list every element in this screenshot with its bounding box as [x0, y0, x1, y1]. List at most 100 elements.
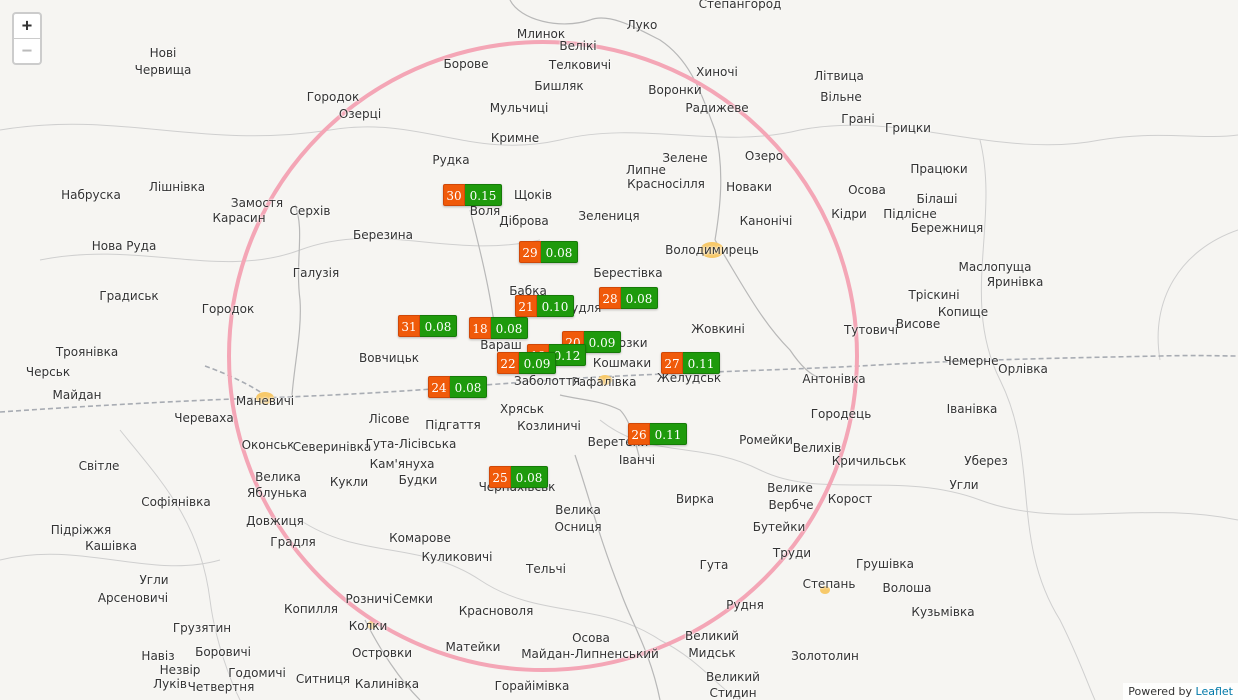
place-label: Літвица [814, 69, 864, 83]
measurement-marker[interactable]: 25 0.08 [489, 466, 548, 488]
place-label: Рудня [726, 598, 764, 612]
place-label: Городець [810, 407, 872, 421]
marker-count: 22 [497, 352, 519, 374]
measurement-marker[interactable]: 31 0.08 [398, 315, 457, 337]
place-label: Козлиничі [517, 419, 581, 433]
place-label: Троянівка [55, 345, 119, 359]
marker-count: 25 [489, 466, 511, 488]
place-label: Горайiмівка [494, 679, 570, 693]
place-label: Кричильськ [831, 454, 907, 468]
marker-value: 0.15 [465, 184, 502, 206]
marker-count: 31 [398, 315, 420, 337]
place-label: Куликовичі [421, 550, 493, 564]
measurement-marker[interactable]: 26 0.11 [628, 423, 687, 445]
place-label: Кошмаки [592, 356, 652, 370]
place-label: Карасин [212, 211, 266, 225]
place-label: Луко [626, 18, 658, 32]
measurement-marker[interactable]: 21 0.10 [515, 295, 574, 317]
place-label: Нова Руда [91, 239, 157, 253]
place-label: Липне [626, 163, 666, 177]
place-label: Колки [348, 619, 388, 633]
marker-count: 26 [628, 423, 650, 445]
measurement-marker[interactable]: 27 0.11 [661, 352, 720, 374]
zoom-control: + − [12, 12, 42, 65]
place-label: Грицки [885, 121, 931, 135]
place-label: Гута [699, 558, 729, 572]
measurement-marker[interactable]: 18 0.08 [469, 317, 528, 339]
place-label: Череваха [174, 411, 234, 425]
place-label: Замостя [230, 196, 284, 210]
place-label: Бережниця [910, 221, 984, 235]
place-label: Велихів [792, 441, 842, 455]
place-label: Боровичі [195, 645, 251, 659]
place-label: Степань [802, 577, 856, 591]
place-label: Мидськ [688, 646, 736, 660]
place-label: Довжиця [246, 514, 304, 528]
measurement-marker[interactable]: 24 0.08 [428, 376, 487, 398]
place-label: Кримне [490, 131, 540, 145]
place-label: Осниця [554, 520, 602, 534]
place-label: Берестівка [593, 266, 663, 280]
place-label: Орлівка [998, 362, 1048, 376]
place-label: Тельчі [526, 562, 566, 576]
place-label: Вирка [675, 492, 715, 506]
marker-value: 0.11 [683, 352, 720, 374]
marker-value: 0.08 [450, 376, 487, 398]
place-label: Іванівка [946, 402, 998, 416]
place-label: Городок [306, 90, 360, 104]
marker-count: 29 [519, 241, 541, 263]
marker-value: 0.08 [491, 317, 528, 339]
place-label: Велика [255, 470, 301, 484]
place-label: Стидин [709, 686, 757, 700]
place-label: Северинівка [292, 440, 372, 454]
place-label: Маневичі [235, 394, 295, 408]
place-label: Угли [139, 573, 169, 587]
place-label: Новаки [726, 180, 772, 194]
place-label: Бутейки [752, 520, 806, 534]
place-label: Червища [134, 63, 192, 77]
zoom-out-button[interactable]: − [14, 39, 40, 63]
place-label: Заболоття [514, 374, 580, 388]
place-label: Градля [270, 535, 316, 549]
measurement-marker[interactable]: 22 0.09 [497, 352, 556, 374]
measurement-marker[interactable]: 29 0.08 [519, 241, 578, 263]
place-label: Грані [841, 112, 875, 126]
place-label: Щоків [513, 188, 553, 202]
marker-count: 24 [428, 376, 450, 398]
place-label: Матейки [445, 640, 501, 654]
place-label: Луків [153, 677, 187, 691]
place-label: Нові [149, 46, 177, 60]
place-label: Вільне [820, 90, 862, 104]
place-label: Вовчицьк [358, 351, 420, 365]
place-label: Копище [937, 305, 989, 319]
place-label: Кам'януха [369, 457, 435, 471]
marker-value: 0.09 [584, 331, 621, 353]
leaflet-link[interactable]: Leaflet [1196, 685, 1233, 698]
marker-value: 0.09 [519, 352, 556, 374]
place-label: Четвертня [187, 680, 255, 694]
place-label: Софіянівка [141, 495, 211, 509]
place-label: Хряськ [500, 402, 544, 416]
place-label: Кукли [329, 475, 369, 489]
marker-value: 0.08 [420, 315, 457, 337]
marker-count: 30 [443, 184, 465, 206]
measurement-marker[interactable]: 30 0.15 [443, 184, 502, 206]
place-label: Чемерне [943, 354, 999, 368]
place-label: Велікі [559, 39, 597, 53]
place-label: Годомичі [228, 666, 286, 680]
place-label: Хиночі [696, 65, 738, 79]
place-label: Іванчі [618, 453, 656, 467]
place-label: Городок [201, 302, 255, 316]
measurement-marker[interactable]: 28 0.08 [599, 287, 658, 309]
place-label: Арсеновичі [97, 591, 169, 605]
place-label: Красносілля [627, 177, 705, 191]
place-label: Радижеве [685, 101, 749, 115]
place-label: Ромейки [739, 433, 793, 447]
place-label: Комарове [389, 531, 451, 545]
map-view[interactable]: Нові Червища Городок Озерці Рудка Набруска Ліш… [0, 0, 1238, 700]
place-label: Яблунька [246, 486, 308, 500]
zoom-in-button[interactable]: + [14, 14, 40, 39]
place-label: Градиськ [99, 289, 159, 303]
place-label: Висове [895, 317, 941, 331]
place-label: Набруска [61, 188, 121, 202]
